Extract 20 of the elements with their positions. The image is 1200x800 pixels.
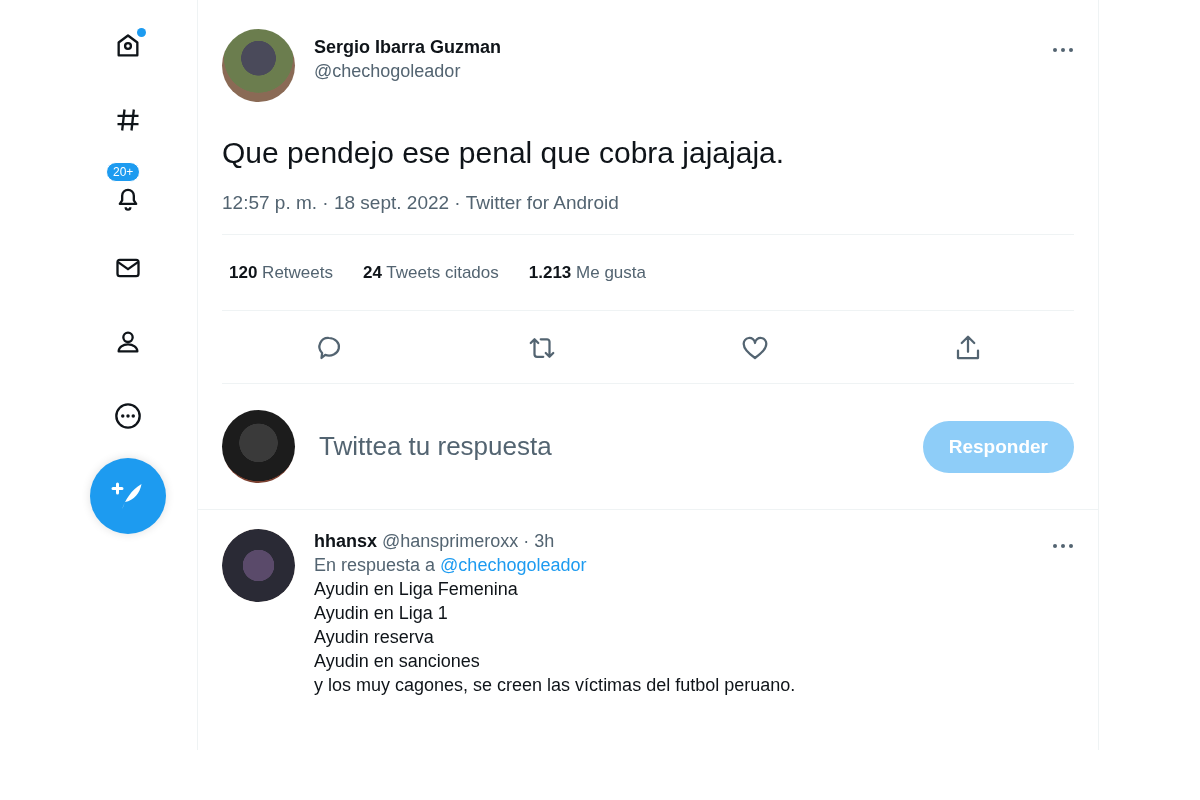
- compose-button[interactable]: [90, 458, 166, 534]
- reply-text-line: Ayudin en sanciones: [314, 650, 481, 673]
- more-options-icon: [1052, 542, 1074, 549]
- notification-count: 20+: [106, 162, 141, 182]
- author-handle[interactable]: @chechogoleador: [314, 61, 1052, 82]
- tweet-text: Que pendejo ese penal que cobra jajajaja.: [222, 136, 786, 170]
- reply-meta: @hansprimeroxx · 3h: [382, 531, 555, 551]
- reply-text-line: y los muy cagones, se creen las víctimas del futbol peruano.: [314, 674, 797, 697]
- stat-link[interactable]: 1.213 Me gusta: [528, 263, 646, 283]
- reply-text-line: Ayudin en Liga 1: [314, 602, 449, 625]
- in-reply-label: En respuesta a: [314, 555, 436, 575]
- stat-link[interactable]: 120 Retweets: [229, 263, 333, 283]
- more-icon: [114, 402, 142, 430]
- more-options-icon: [1052, 47, 1074, 53]
- tweet-timestamp: 12:57 p. m. · 18 sept. 2022 · Twitter for Android: [222, 192, 619, 213]
- author-name[interactable]: Sergio Ibarra Guzman: [314, 37, 1052, 58]
- reply-text-line: Ayudin en Liga Femenina: [314, 578, 519, 601]
- reply-text-line: Ayudin reserva: [314, 626, 435, 649]
- reply-author-name[interactable]: hhansx: [314, 531, 378, 551]
- stat-link[interactable]: 24 Tweets citados: [363, 263, 499, 283]
